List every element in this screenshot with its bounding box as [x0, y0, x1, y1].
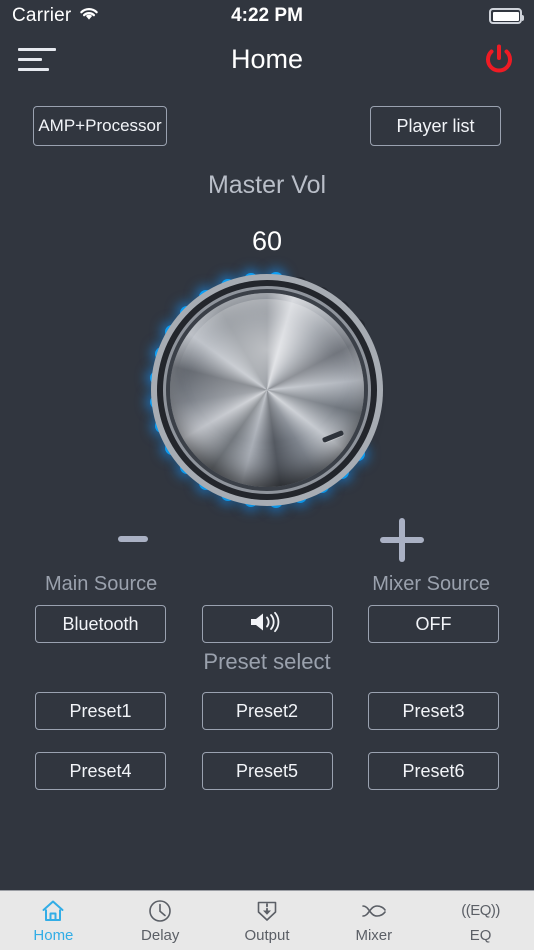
main-source-button[interactable]: Bluetooth — [35, 605, 166, 643]
hamburger-menu-icon[interactable] — [18, 44, 56, 74]
tab-bar: Home Delay Output Mixer ((EQ)) EQ — [0, 890, 534, 950]
volume-led-24 — [350, 319, 365, 334]
tab-label: Delay — [141, 926, 180, 944]
tab-mixer[interactable]: Mixer — [320, 891, 427, 950]
main-content: AMP+Processor Player list Master Vol 60 … — [0, 86, 534, 890]
preset-button-1[interactable]: Preset1 — [35, 692, 166, 730]
volume-led-2 — [334, 464, 349, 479]
top-button-row: AMP+Processor Player list — [0, 86, 534, 146]
tab-delay[interactable]: Delay — [107, 891, 214, 950]
volume-knob[interactable] — [170, 293, 364, 487]
knob-indicator-mark — [321, 430, 345, 443]
volume-led-6 — [244, 492, 259, 507]
tab-home[interactable]: Home — [0, 891, 107, 950]
eq-icon: ((EQ)) — [461, 898, 500, 924]
app-root: Carrier 4:22 PM Home AMP+Processor Playe… — [0, 0, 534, 950]
status-bar-time: 4:22 PM — [231, 5, 303, 26]
preset-select-label: Preset select — [203, 649, 331, 674]
volume-led-17 — [199, 290, 214, 305]
volume-led-10 — [165, 441, 180, 456]
volume-led-14 — [154, 347, 169, 362]
volume-led-23 — [334, 301, 349, 316]
volume-led-22 — [315, 286, 330, 301]
source-labels-row: Main Source Mixer Source — [0, 573, 534, 599]
source-button-row: Bluetooth OFF — [0, 599, 534, 643]
status-bar: Carrier 4:22 PM — [0, 0, 534, 32]
nav-bar: Home — [0, 32, 534, 86]
battery-icon — [489, 8, 524, 24]
preset-button-6[interactable]: Preset6 — [368, 752, 499, 790]
clock-icon — [147, 898, 173, 924]
eq-icon-text: ((EQ)) — [461, 902, 500, 919]
volume-led-8 — [199, 475, 214, 490]
mixer-source-label: Mixer Source — [372, 573, 490, 595]
preset-button-5[interactable]: Preset5 — [201, 752, 333, 790]
player-list-button[interactable]: Player list — [370, 106, 501, 146]
speaker-volume-icon — [247, 610, 287, 639]
hamburger-line-3 — [18, 67, 49, 71]
volume-led-12 — [149, 395, 164, 410]
hamburger-line-2 — [18, 57, 42, 61]
volume-led-1 — [350, 446, 365, 461]
shuffle-icon — [360, 898, 388, 924]
volume-led-21 — [292, 276, 307, 291]
speaker-mute-button[interactable] — [201, 605, 333, 643]
amp-processor-button[interactable]: AMP+Processor — [33, 106, 167, 146]
master-volume-control — [0, 265, 534, 562]
tab-label: Home — [33, 926, 74, 944]
tab-label: Mixer — [355, 926, 393, 944]
volume-led-5 — [268, 493, 283, 508]
volume-led-20 — [268, 272, 283, 287]
page-title: Home — [230, 43, 304, 74]
volume-led-9 — [180, 460, 195, 475]
volume-led-15 — [165, 324, 180, 339]
volume-led-13 — [149, 370, 164, 385]
status-bar-right — [489, 8, 524, 24]
preset-grid: Preset1 Preset2 Preset3 Preset4 Preset5 Prese… — [0, 675, 534, 790]
mixer-source-button[interactable]: OFF — [368, 605, 499, 643]
volume-led-4 — [292, 489, 307, 504]
preset-button-2[interactable]: Preset2 — [201, 692, 333, 730]
tab-label: EQ — [469, 926, 492, 944]
tab-output[interactable]: Output — [214, 891, 321, 950]
tab-label: Output — [244, 926, 290, 944]
preset-button-3[interactable]: Preset3 — [368, 692, 499, 730]
volume-led-16 — [180, 305, 195, 320]
volume-decrease-button[interactable] — [118, 536, 148, 542]
volume-step-row — [0, 518, 534, 572]
preset-button-4[interactable]: Preset4 — [35, 752, 166, 790]
tab-eq[interactable]: ((EQ)) EQ — [427, 891, 534, 950]
volume-led-19 — [244, 273, 259, 288]
home-icon — [40, 898, 66, 924]
volume-led-7 — [220, 486, 235, 501]
output-download-icon — [254, 898, 280, 924]
volume-led-3 — [315, 479, 330, 494]
volume-led-11 — [154, 418, 169, 433]
hamburger-line-1 — [18, 47, 56, 51]
master-volume-value: 60 — [251, 226, 283, 256]
master-volume-label: Master Vol — [207, 171, 327, 199]
volume-knob-wrapper[interactable] — [142, 265, 392, 515]
power-icon[interactable] — [482, 42, 516, 76]
volume-led-18 — [220, 279, 235, 294]
volume-increase-button[interactable] — [380, 518, 424, 562]
main-source-label: Main Source — [45, 573, 158, 595]
